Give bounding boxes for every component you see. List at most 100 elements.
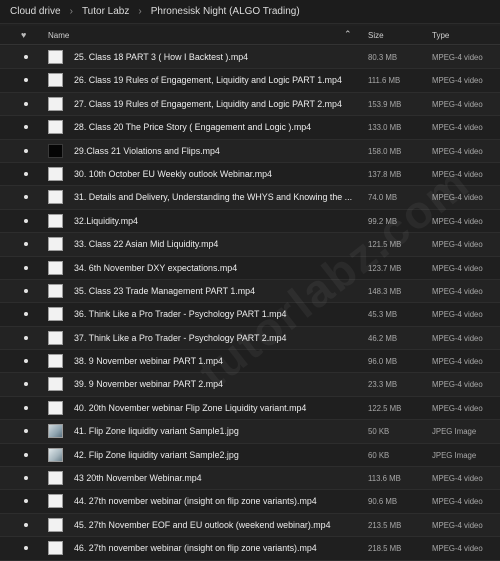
bullet-icon: [24, 312, 28, 317]
chevron-up-icon[interactable]: ⌃: [344, 29, 352, 40]
file-name[interactable]: 44. 27th november webinar (insight on fl…: [74, 496, 358, 506]
file-type: MPEG-4 video: [432, 146, 483, 156]
file-name[interactable]: 41. Flip Zone liquidity variant Sample1.…: [74, 426, 358, 436]
file-size: 122.5 MB: [368, 403, 402, 413]
file-size: 46.2 MB: [368, 333, 398, 343]
file-name[interactable]: 30. 10th October EU Weekly outlook Webin…: [74, 169, 358, 179]
file-name[interactable]: 34. 6th November DXY expectations.mp4: [74, 263, 358, 273]
file-size: 50 KB: [368, 427, 390, 437]
file-row[interactable]: 34. 6th November DXY expectations.mp4 123…: [0, 256, 500, 280]
file-row[interactable]: 33. Class 22 Asian Mid Liquidity.mp4 121.…: [0, 233, 500, 257]
file-type: MPEG-4 video: [432, 123, 483, 133]
file-name[interactable]: 45. 27th November EOF and EU outlook (we…: [74, 520, 358, 530]
heart-icon[interactable]: ♥: [21, 30, 26, 40]
file-name[interactable]: 26. Class 19 Rules of Engagement, Liquid…: [74, 75, 358, 85]
file-size: 90.6 MB: [368, 497, 398, 507]
file-type: MPEG-4 video: [432, 240, 483, 250]
file-row[interactable]: 42. Flip Zone liquidity variant Sample2.…: [0, 443, 500, 468]
file-row[interactable]: 25. Class 18 PART 3 ( How I Backtest ).m…: [0, 46, 500, 70]
file-type: MPEG-4 video: [432, 310, 483, 320]
bullet-icon: [24, 55, 28, 59]
file-name[interactable]: 36. Think Like a Pro Trader - Psychology…: [74, 309, 358, 319]
chevron-right-icon: ›: [69, 6, 73, 17]
file-size: 99.2 MB: [368, 216, 398, 226]
video-thumbnail-icon: [48, 120, 63, 135]
bullet-icon: [24, 125, 28, 130]
file-row[interactable]: 27. Class 19 Rules of Engagement, Liquid…: [0, 92, 500, 117]
video-thumbnail-icon: [48, 330, 63, 345]
file-name[interactable]: 33. Class 22 Asian Mid Liquidity.mp4: [74, 239, 358, 249]
video-thumbnail-icon: [48, 50, 63, 64]
file-type: MPEG-4 video: [432, 99, 483, 109]
video-thumbnail-icon: [48, 143, 63, 158]
file-size: 74.0 MB: [368, 193, 398, 203]
file-name[interactable]: 38. 9 November webinar PART 1.mp4: [74, 356, 358, 366]
file-size: 96.0 MB: [368, 357, 398, 367]
file-size: 133.0 MB: [368, 123, 402, 133]
file-name[interactable]: 37. Think Like a Pro Trader - Psychology…: [74, 333, 358, 343]
file-row[interactable]: 32.Liquidity.mp4 99.2 MB MPEG-4 video: [0, 209, 500, 234]
bullet-icon: [24, 218, 28, 223]
file-row[interactable]: 41. Flip Zone liquidity variant Sample1.…: [0, 420, 500, 444]
image-thumbnail-icon: [48, 447, 63, 462]
file-row[interactable]: 44. 27th november webinar (insight on fl…: [0, 490, 500, 514]
image-thumbnail-icon: [48, 424, 63, 439]
file-row[interactable]: 35. Class 23 Trade Management PART 1.mp4…: [0, 279, 500, 304]
video-thumbnail-icon: [48, 166, 63, 181]
file-row[interactable]: 30. 10th October EU Weekly outlook Webin…: [0, 162, 500, 187]
video-thumbnail-icon: [48, 96, 63, 111]
file-name[interactable]: 31. Details and Delivery, Understanding …: [74, 192, 358, 202]
file-row[interactable]: 43 20th November Webinar.mp4 113.6 MB MPEG…: [0, 467, 500, 491]
file-name[interactable]: 35. Class 23 Trade Management PART 1.mp4: [74, 286, 358, 296]
video-thumbnail-icon: [48, 190, 63, 205]
file-name[interactable]: 43 20th November Webinar.mp4: [74, 473, 358, 483]
bullet-icon: [24, 265, 28, 270]
column-header-size[interactable]: Size: [368, 31, 384, 40]
breadcrumb-tutor-labz[interactable]: Tutor Labz: [82, 6, 129, 17]
file-type: MPEG-4 video: [432, 76, 483, 86]
file-name[interactable]: 32.Liquidity.mp4: [74, 216, 358, 226]
video-thumbnail-icon: [48, 283, 63, 298]
file-size: 158.0 MB: [368, 146, 402, 156]
file-name[interactable]: 29.Class 21 Violations and Flips.mp4: [74, 146, 358, 156]
file-row[interactable]: 26. Class 19 Rules of Engagement, Liquid…: [0, 69, 500, 93]
bullet-icon: [24, 429, 28, 434]
file-row[interactable]: 36. Think Like a Pro Trader - Psychology…: [0, 303, 500, 327]
file-size: 111.6 MB: [368, 76, 401, 86]
file-row[interactable]: 39. 9 November webinar PART 2.mp4 23.3 MB…: [0, 373, 500, 397]
bullet-icon: [24, 101, 28, 106]
file-size: 23.3 MB: [368, 380, 398, 390]
file-size: 113.6 MB: [368, 474, 401, 484]
file-row[interactable]: 37. Think Like a Pro Trader - Psychology…: [0, 326, 500, 351]
file-type: MPEG-4 video: [432, 286, 483, 296]
bullet-icon: [24, 288, 28, 293]
file-size: 153.9 MB: [368, 99, 402, 109]
file-name[interactable]: 27. Class 19 Rules of Engagement, Liquid…: [74, 99, 358, 109]
column-header-name[interactable]: Name: [48, 31, 69, 40]
column-header-type[interactable]: Type: [432, 31, 449, 40]
file-name[interactable]: 46. 27th november webinar (insight on fl…: [74, 543, 358, 553]
breadcrumb-cloud-drive[interactable]: Cloud drive: [10, 6, 61, 17]
file-type: MPEG-4 video: [432, 263, 483, 273]
file-row[interactable]: 29.Class 21 Violations and Flips.mp4 158.…: [0, 139, 500, 163]
file-row[interactable]: 28. Class 20 The Price Story ( Engagemen…: [0, 116, 500, 140]
file-list: 25. Class 18 PART 3 ( How I Backtest ).m…: [0, 46, 500, 561]
file-row[interactable]: 40. 20th November webinar Flip Zone Liqu…: [0, 396, 500, 421]
file-size: 45.3 MB: [368, 310, 398, 320]
file-name[interactable]: 25. Class 18 PART 3 ( How I Backtest ).m…: [74, 52, 358, 62]
bullet-icon: [24, 382, 28, 387]
file-row[interactable]: 46. 27th november webinar (insight on fl…: [0, 537, 500, 561]
bullet-icon: [24, 171, 28, 176]
file-name[interactable]: 28. Class 20 The Price Story ( Engagemen…: [74, 122, 358, 132]
file-row[interactable]: 45. 27th November EOF and EU outlook (we…: [0, 513, 500, 538]
file-type: MPEG-4 video: [432, 357, 483, 367]
file-row[interactable]: 31. Details and Delivery, Understanding …: [0, 186, 500, 210]
file-row[interactable]: 38. 9 November webinar PART 1.mp4 96.0 MB…: [0, 350, 500, 374]
file-name[interactable]: 42. Flip Zone liquidity variant Sample2.…: [74, 450, 358, 460]
file-name[interactable]: 39. 9 November webinar PART 2.mp4: [74, 379, 358, 389]
breadcrumb-current-folder[interactable]: Phronesisk Night (ALGO Trading): [151, 6, 300, 17]
file-name[interactable]: 40. 20th November webinar Flip Zone Liqu…: [74, 403, 358, 413]
bullet-icon: [24, 78, 28, 83]
bullet-icon: [24, 405, 28, 410]
file-type: MPEG-4 video: [432, 169, 483, 179]
